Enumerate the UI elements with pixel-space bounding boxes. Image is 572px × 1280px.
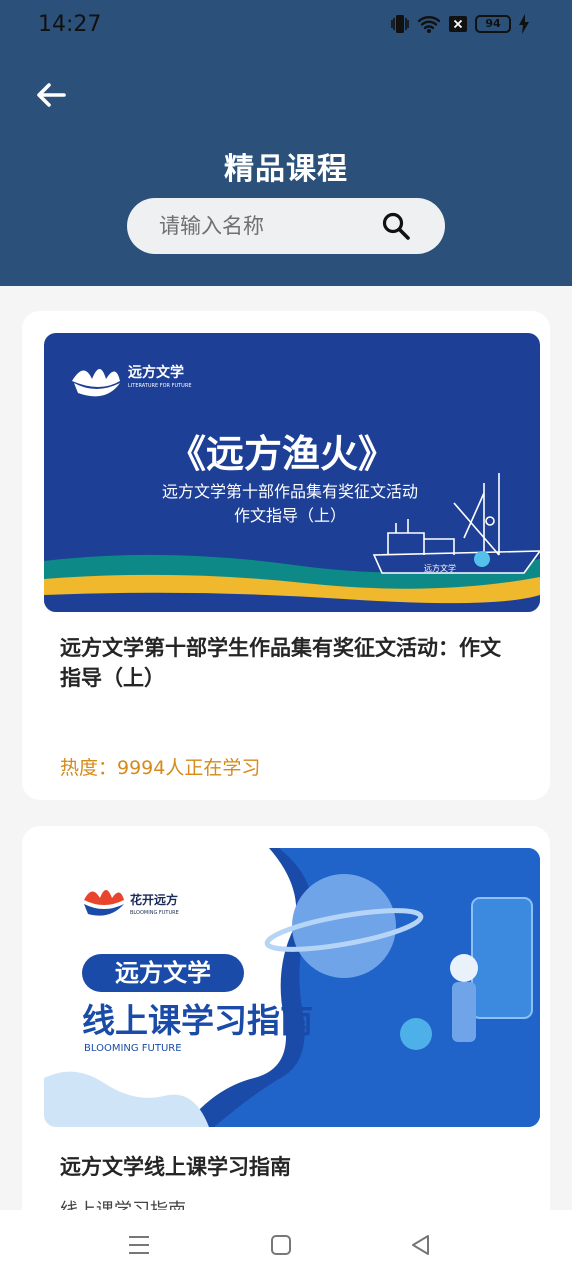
banner-logo-sub: LITERATURE FOR FUTURE [128,383,191,389]
menu-icon[interactable] [126,1232,152,1258]
status-icons: 94 [390,13,530,35]
close-box-icon [449,16,467,32]
search-input[interactable] [159,210,369,242]
system-navbar [0,1210,572,1280]
course-banner: 远方文学 LITERATURE FOR FUTURE 《远方渔火》 远方文学第十… [44,333,540,612]
search-icon[interactable] [381,211,411,241]
banner-logo-text: 花开远方 [130,892,178,907]
banner-line2: 作文指导（上） [234,506,346,525]
course-card[interactable]: 远方文学 LITERATURE FOR FUTURE 《远方渔火》 远方文学第十… [22,311,550,800]
course-card[interactable]: 花开远方 BLOOMING FUTURE 远方文学 线上课学习指南 BLOOMI… [22,826,550,1226]
banner-headline: 《远方渔火》 [168,432,396,476]
course-title[interactable]: 远方文学线上课学习指南 [60,1152,510,1182]
banner-sub: BLOOMING FUTURE [84,1043,182,1054]
banner-headline: 线上课学习指南 [82,1001,313,1040]
app-header: 14:27 94 精品课程 [0,0,572,286]
arrow-left-icon[interactable] [34,78,68,112]
course-title[interactable]: 远方文学第十部学生作品集有奖征文活动：作文指导（上） [60,633,510,693]
vibrate-icon [391,15,409,33]
back-icon[interactable] [408,1232,434,1258]
status-bar: 14:27 94 [0,0,572,52]
banner-line1: 远方文学第十部作品集有奖征文活动 [162,482,418,501]
course-popularity: 热度：9994人正在学习 [60,757,261,779]
boat-label: 远方文学 [424,563,456,573]
battery-icon: 94 [475,15,511,33]
banner-pill: 远方文学 [115,959,211,987]
search-bar[interactable] [127,198,445,254]
charging-icon [519,14,529,34]
course-banner: 花开远方 BLOOMING FUTURE 远方文学 线上课学习指南 BLOOMI… [44,848,540,1127]
banner-logo-text: 远方文学 [128,364,184,381]
wifi-icon [417,16,441,33]
status-time: 14:27 [38,12,102,37]
page-title: 精品课程 [224,152,348,187]
home-icon[interactable] [268,1232,294,1258]
banner-logo-sub: BLOOMING FUTURE [130,910,179,916]
